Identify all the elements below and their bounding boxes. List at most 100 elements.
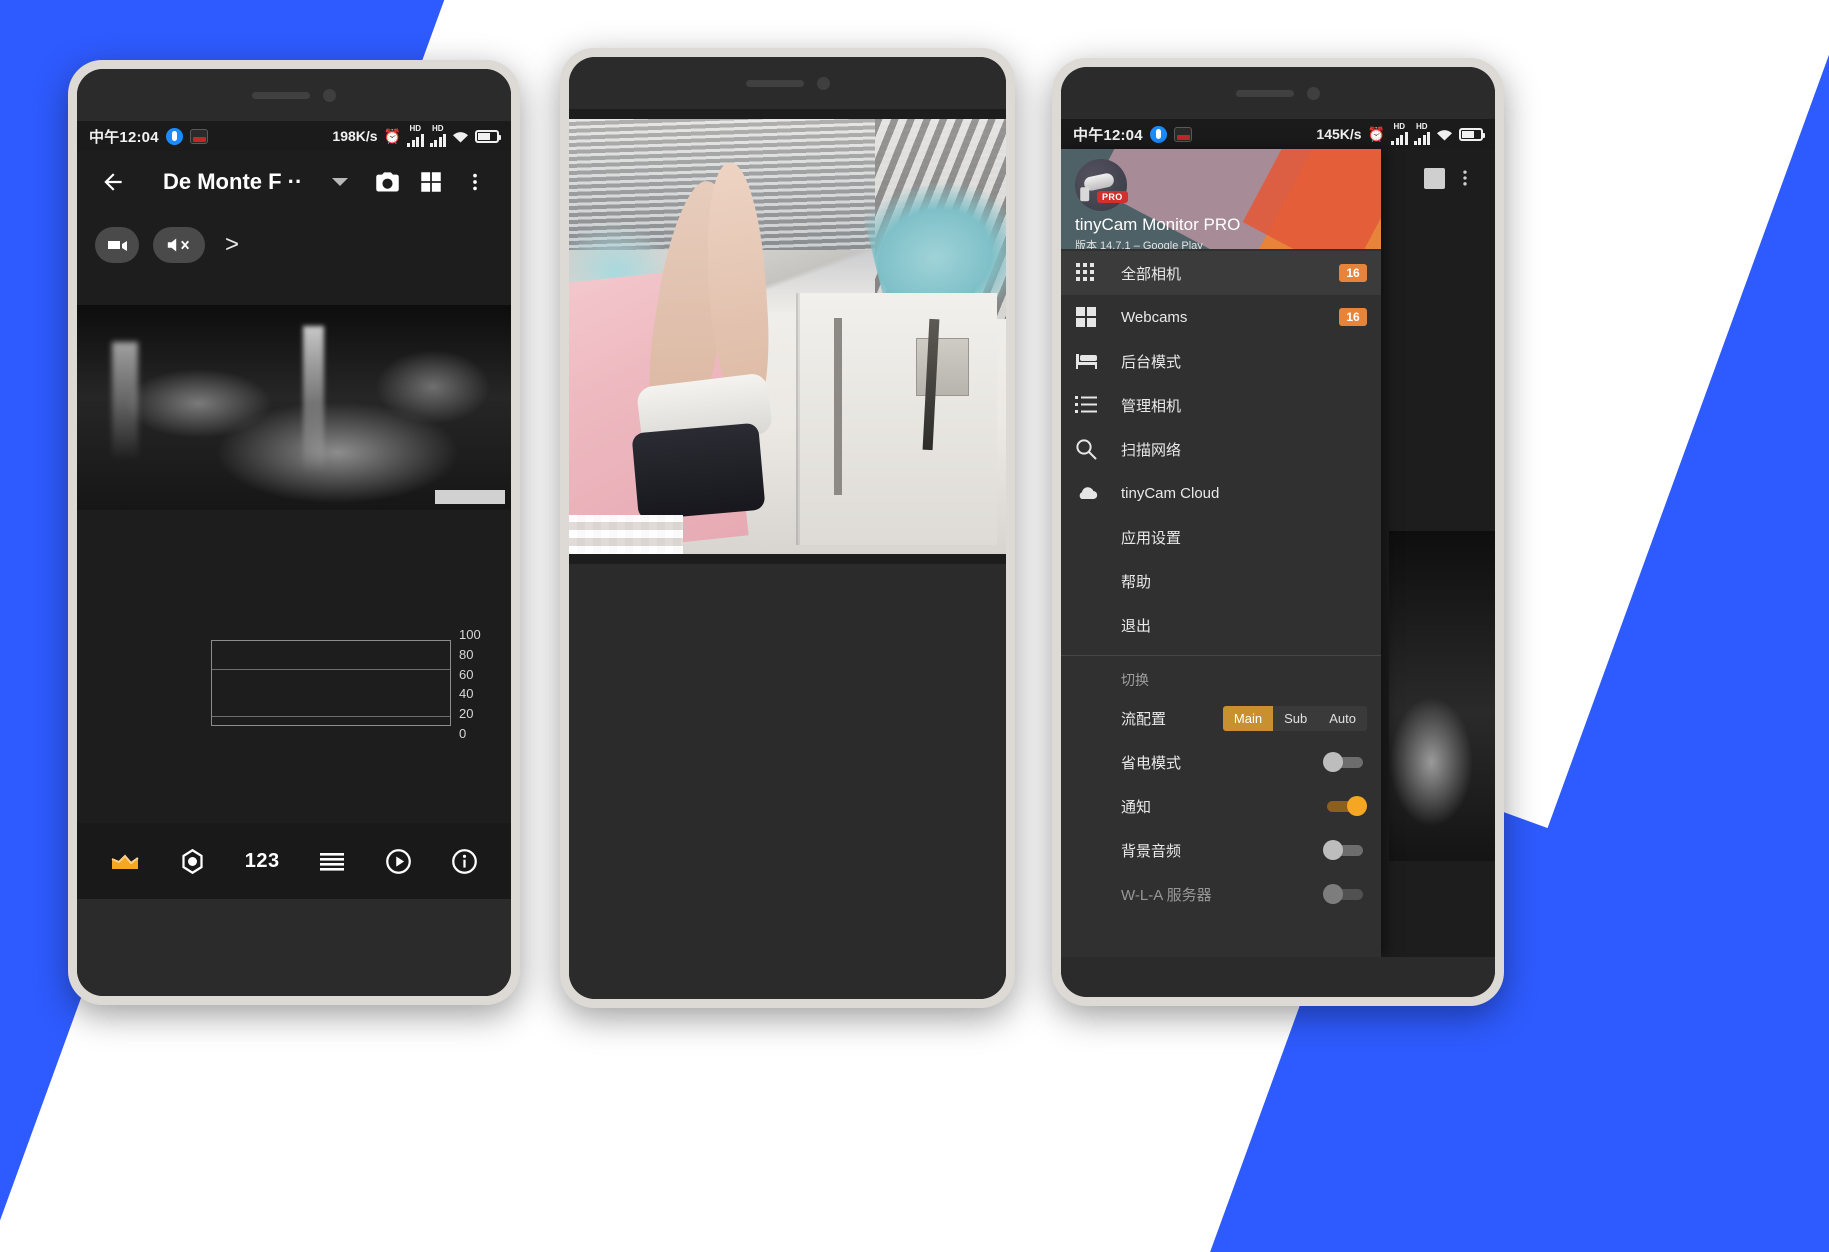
more-vertical-icon[interactable] [1455, 166, 1475, 190]
power-save-toggle[interactable] [1323, 752, 1367, 772]
drawer-menu-list: 全部相机 16 Webcams 16 后台模式 管理相机 扫描网络 tinyCa… [1061, 249, 1381, 957]
front-camera-icon [323, 88, 336, 102]
alarm-icon: ⏰ [383, 128, 401, 144]
setting-notifications[interactable]: 通知 [1061, 784, 1381, 828]
notifications-toggle[interactable] [1323, 796, 1367, 816]
phone-notch [1061, 67, 1495, 119]
drawer-item-tinycam-cloud[interactable]: tinyCam Cloud [1061, 471, 1381, 515]
target-icon[interactable] [179, 848, 206, 875]
play-icon[interactable] [385, 848, 412, 875]
live-video-feed[interactable] [569, 119, 1006, 554]
chart-tick: 20 [459, 706, 474, 722]
background-audio-toggle[interactable] [1323, 840, 1367, 860]
list-icon [1075, 395, 1121, 415]
more-vertical-icon[interactable] [455, 169, 495, 195]
status-net-speed: 145K/s [1316, 126, 1362, 142]
drawer-item-label: 退出 [1121, 617, 1152, 635]
phone-notch [569, 57, 1006, 109]
info-icon[interactable] [451, 848, 478, 875]
setting-label: 背景音频 [1121, 842, 1182, 860]
cloud-icon [1075, 484, 1121, 502]
drawer-item-label: 应用设置 [1121, 529, 1182, 547]
drawer-item-app-settings[interactable]: 应用设置 [1061, 515, 1381, 559]
video-region-clothing-dark [630, 422, 765, 521]
speaker-grille [252, 91, 310, 99]
chevron-down-icon[interactable] [332, 178, 349, 186]
wifi-icon [1436, 128, 1453, 141]
app-badge-icon [1173, 126, 1192, 142]
drawer-header: PRO tinyCam Monitor PRO 版本 14.7.1 – Goog… [1061, 149, 1381, 249]
camera-icon[interactable] [367, 169, 407, 196]
drawer-item-label: 帮助 [1121, 573, 1152, 591]
setting-label: 通知 [1121, 798, 1152, 816]
camera-tile-preview[interactable] [1389, 530, 1495, 861]
signal-hd-icon: HD [407, 125, 424, 147]
record-toggle-button[interactable] [95, 227, 139, 263]
drawer-item-manage-cameras[interactable]: 管理相机 [1061, 383, 1381, 427]
drawer-item-webcams[interactable]: Webcams 16 [1061, 295, 1381, 339]
setting-power-save[interactable]: 省电模式 [1061, 740, 1381, 784]
app-badge-icon [1149, 125, 1167, 143]
pro-badge: PRO [1097, 191, 1128, 203]
web-server-toggle[interactable] [1323, 884, 1367, 904]
four-square-icon [1075, 306, 1121, 328]
video-region-censor [569, 514, 683, 554]
setting-label: W-L-A 服务器 [1121, 886, 1212, 904]
drawer-item-label: Webcams [1121, 308, 1188, 326]
bandwidth-chart: 100 80 60 40 20 0 [211, 628, 481, 740]
stream-profile-segment[interactable]: Main Sub Auto [1222, 705, 1367, 731]
grid-icon[interactable] [411, 169, 451, 195]
drawer-item-help[interactable]: 帮助 [1061, 559, 1381, 603]
segment-option-auto[interactable]: Auto [1318, 705, 1367, 731]
stop-square-icon[interactable] [1424, 167, 1445, 189]
drawer-item-background-mode[interactable]: 后台模式 [1061, 339, 1381, 383]
chart-tick: 0 [459, 725, 467, 741]
bed-icon [1075, 351, 1121, 371]
app-badge-icon [189, 128, 208, 144]
lines-icon[interactable] [318, 850, 346, 872]
phone-right-screen: 中午12:04 145K/s ⏰ HD HD PRO tinyCam Monit… [1061, 119, 1495, 957]
back-arrow-icon[interactable] [93, 169, 133, 195]
segment-option-main[interactable]: Main [1222, 705, 1274, 731]
status-time: 中午12:04 [89, 128, 159, 146]
drawer-item-label: 后台模式 [1121, 353, 1182, 371]
numbers-icon[interactable]: 123 [245, 850, 280, 873]
drawer-section-title: 切换 [1121, 672, 1149, 688]
cctv-camera-icon [1082, 172, 1116, 192]
drawer-item-exit[interactable]: 退出 [1061, 603, 1381, 647]
chart-tick: 60 [459, 666, 474, 682]
navigation-drawer: PRO tinyCam Monitor PRO 版本 14.7.1 – Goog… [1061, 149, 1381, 957]
wifi-icon [452, 130, 469, 143]
graph-icon[interactable] [110, 849, 140, 873]
app-logo-icon: PRO [1075, 159, 1128, 211]
drawer-item-scan-network[interactable]: 扫描网络 [1061, 427, 1381, 471]
alarm-icon: ⏰ [1367, 126, 1385, 142]
chart-tick: 100 [459, 627, 481, 642]
battery-icon [475, 129, 501, 143]
quick-actions-row: > [77, 213, 511, 263]
segment-option-sub[interactable]: Sub [1273, 705, 1319, 731]
setting-background-audio[interactable]: 背景音频 [1061, 828, 1381, 872]
signal-hd2-icon: HD [429, 125, 446, 147]
setting-label: 流配置 [1121, 710, 1167, 728]
setting-stream-profile[interactable]: 流配置 Main Sub Auto [1061, 696, 1381, 740]
setting-web-server[interactable]: W-L-A 服务器 [1061, 872, 1381, 916]
drawer-item-label: 管理相机 [1121, 397, 1182, 415]
speaker-grille [745, 79, 804, 87]
chart-y-axis-labels: 100 80 60 40 20 0 [459, 628, 481, 740]
setting-label: 省电模式 [1121, 754, 1182, 772]
camera-preview[interactable] [77, 305, 511, 510]
phone-notch [77, 69, 511, 121]
app-version: 版本 14.7.1 – Google Play [1075, 240, 1203, 249]
drawer-item-badge: 16 [1339, 264, 1367, 282]
battery-icon [1459, 127, 1485, 141]
drawer-item-all-cameras[interactable]: 全部相机 16 [1061, 251, 1381, 295]
status-net-speed: 198K/s [332, 128, 378, 144]
dots-grid-icon [1075, 262, 1121, 284]
mute-button[interactable] [153, 227, 205, 263]
page-title: De Monte F ·· [163, 169, 303, 194]
camera-timestamp-overlay [435, 490, 505, 504]
phone-left-screen: 中午12:04 198K/s ⏰ HD HD De Monte F ·· > 1… [77, 121, 511, 899]
expand-chevron-icon[interactable]: > [225, 231, 239, 259]
phone-center-screen [569, 109, 1006, 564]
